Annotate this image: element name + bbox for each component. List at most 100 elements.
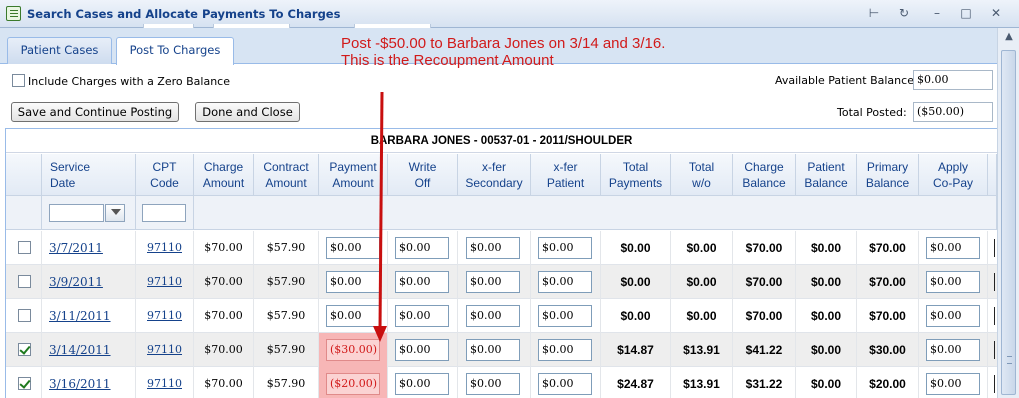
column-header-patient-balance[interactable]: Patient Balance bbox=[796, 154, 857, 196]
filter-icon[interactable] bbox=[105, 204, 125, 222]
copay-cell: $0.00 bbox=[919, 231, 988, 265]
column-header-primary-balance[interactable]: Primary Balance bbox=[857, 154, 919, 196]
column-header-charge-amount[interactable]: Charge Amount bbox=[194, 154, 254, 196]
close-icon[interactable]: ✕ bbox=[989, 6, 1003, 20]
copay-input[interactable]: $0.00 bbox=[926, 237, 980, 259]
available-balance-field[interactable]: $0.00 bbox=[913, 70, 993, 90]
minimize-icon[interactable]: – bbox=[930, 6, 944, 20]
copay-input[interactable]: $0.00 bbox=[926, 339, 980, 361]
column-header-write-off[interactable]: Write Off bbox=[388, 154, 458, 196]
xfer-patient-input[interactable]: $0.00 bbox=[538, 339, 592, 361]
copay-input[interactable]: $0.00 bbox=[926, 271, 980, 293]
column-header-apply-copay[interactable]: Apply Co-Pay bbox=[919, 154, 988, 196]
include-zero-balance-label: Include Charges with a Zero Balance bbox=[28, 75, 230, 88]
filter-cell bbox=[6, 196, 42, 230]
copay-input[interactable]: $0.00 bbox=[926, 305, 980, 327]
row-select-checkbox[interactable] bbox=[18, 309, 31, 322]
service-date-filter-input[interactable] bbox=[49, 204, 104, 222]
table-row: 3/16/2011 97110 $70.00 $57.90 ($20.00) $0.00 $… bbox=[6, 367, 997, 398]
write-off-input[interactable]: $0.00 bbox=[395, 305, 449, 327]
row-overflow-edge bbox=[994, 341, 995, 359]
column-header-contract-amount[interactable]: Contract Amount bbox=[254, 154, 319, 196]
service-date-cell: 3/11/2011 bbox=[42, 299, 136, 333]
xfer-patient-cell: $0.00 bbox=[531, 333, 601, 367]
row-select-checkbox[interactable] bbox=[18, 241, 31, 254]
payment-input[interactable]: $0.00 bbox=[326, 305, 380, 327]
column-header-service-date[interactable]: Service Date bbox=[42, 154, 136, 196]
row-select-checkbox[interactable] bbox=[18, 343, 31, 356]
service-date-link[interactable]: 3/9/2011 bbox=[49, 275, 103, 289]
cpt-filter-input[interactable] bbox=[142, 204, 186, 222]
cpt-code-link[interactable]: 97110 bbox=[147, 309, 182, 322]
row-overflow-edge bbox=[994, 239, 995, 257]
cpt-code-cell: 97110 bbox=[136, 367, 194, 398]
charge-cell: $70.00 bbox=[194, 231, 254, 265]
copay-input[interactable]: $0.00 bbox=[926, 373, 980, 395]
xfer-patient-cell: $0.00 bbox=[531, 265, 601, 299]
maximize-icon[interactable]: □ bbox=[959, 6, 973, 20]
write-off-input[interactable]: $0.00 bbox=[395, 271, 449, 293]
row-select-checkbox[interactable] bbox=[18, 275, 31, 288]
payment-input[interactable]: $0.00 bbox=[326, 237, 380, 259]
xfer-secondary-input[interactable]: $0.00 bbox=[466, 373, 520, 395]
primary-balance-cell: $70.00 bbox=[857, 265, 919, 299]
service-date-link[interactable]: 3/16/2011 bbox=[49, 377, 111, 391]
write-off-input[interactable]: $0.00 bbox=[395, 237, 449, 259]
column-header-total-payments[interactable]: Total Payments bbox=[601, 154, 671, 196]
copay-cell: $0.00 bbox=[919, 265, 988, 299]
column-header-payment-amount[interactable]: Payment Amount bbox=[319, 154, 388, 196]
write-off-input[interactable]: $0.00 bbox=[395, 339, 449, 361]
cpt-code-link[interactable]: 97110 bbox=[147, 275, 182, 288]
vertical-scrollbar[interactable]: ▲ bbox=[997, 28, 1019, 398]
column-header-xfer-secondary[interactable]: x-fer Secondary bbox=[458, 154, 531, 196]
charge-balance-cell: $70.00 bbox=[733, 265, 796, 299]
column-header-xfer-patient[interactable]: x-fer Patient bbox=[531, 154, 601, 196]
xfer-secondary-input[interactable]: $0.00 bbox=[466, 271, 520, 293]
xfer-patient-input[interactable]: $0.00 bbox=[538, 373, 592, 395]
patient-balance-cell: $0.00 bbox=[796, 367, 857, 398]
xfer-patient-input[interactable]: $0.00 bbox=[538, 237, 592, 259]
service-date-link[interactable]: 3/7/2011 bbox=[49, 241, 103, 255]
payment-input[interactable]: $0.00 bbox=[326, 271, 380, 293]
payment-input[interactable]: ($20.00) bbox=[326, 373, 380, 395]
xfer-secondary-input[interactable]: $0.00 bbox=[466, 237, 520, 259]
xfer-patient-input[interactable]: $0.00 bbox=[538, 305, 592, 327]
total-payments-cell: $24.87 bbox=[601, 367, 671, 398]
write-off-input[interactable]: $0.00 bbox=[395, 373, 449, 395]
contract-cell: $57.90 bbox=[254, 231, 319, 265]
column-header-total-wo[interactable]: Total w/o bbox=[671, 154, 733, 196]
total-posted-field[interactable]: ($50.00) bbox=[913, 102, 993, 122]
window-app-icon bbox=[6, 6, 21, 21]
done-and-close-button[interactable]: Done and Close bbox=[195, 102, 300, 122]
column-header-charge-balance[interactable]: Charge Balance bbox=[733, 154, 796, 196]
save-and-continue-button[interactable]: Save and Continue Posting bbox=[11, 102, 179, 122]
cpt-code-link[interactable]: 97110 bbox=[147, 241, 182, 254]
row-overflow-edge bbox=[994, 273, 995, 291]
payment-cell: $0.00 bbox=[319, 299, 388, 333]
refresh-icon[interactable]: ↻ bbox=[897, 6, 911, 20]
available-balance-label: Available Patient Balance: bbox=[775, 74, 918, 87]
xfer-secondary-cell: $0.00 bbox=[458, 265, 531, 299]
pin-icon[interactable]: ⊢ bbox=[867, 6, 881, 20]
charge-cell: $70.00 bbox=[194, 333, 254, 367]
charge-cell: $70.00 bbox=[194, 367, 254, 398]
column-header-cpt-code[interactable]: CPT Code bbox=[136, 154, 194, 196]
tab-post-to-charges[interactable]: Post To Charges bbox=[116, 37, 234, 65]
xfer-secondary-input[interactable]: $0.00 bbox=[466, 339, 520, 361]
service-date-link[interactable]: 3/11/2011 bbox=[49, 309, 111, 323]
cpt-code-link[interactable]: 97110 bbox=[147, 343, 182, 356]
xfer-patient-input[interactable]: $0.00 bbox=[538, 271, 592, 293]
grid-group-header: BARBARA JONES - 00537-01 - 2011/SHOULDER bbox=[6, 129, 997, 153]
include-zero-balance-checkbox[interactable] bbox=[12, 74, 25, 87]
cpt-code-link[interactable]: 97110 bbox=[147, 377, 182, 390]
payment-cell: $0.00 bbox=[319, 265, 388, 299]
scroll-thumb[interactable] bbox=[1001, 50, 1016, 395]
payment-input[interactable]: ($30.00) bbox=[326, 339, 380, 361]
annotation-line-1: Post -$50.00 to Barbara Jones on 3/14 an… bbox=[341, 35, 666, 52]
tab-patient-cases[interactable]: Patient Cases bbox=[7, 37, 112, 64]
service-date-link[interactable]: 3/14/2011 bbox=[49, 343, 111, 357]
row-select-checkbox[interactable] bbox=[18, 377, 31, 390]
total-payments-cell: $14.87 bbox=[601, 333, 671, 367]
xfer-secondary-input[interactable]: $0.00 bbox=[466, 305, 520, 327]
scroll-up-icon[interactable]: ▲ bbox=[1002, 31, 1016, 45]
